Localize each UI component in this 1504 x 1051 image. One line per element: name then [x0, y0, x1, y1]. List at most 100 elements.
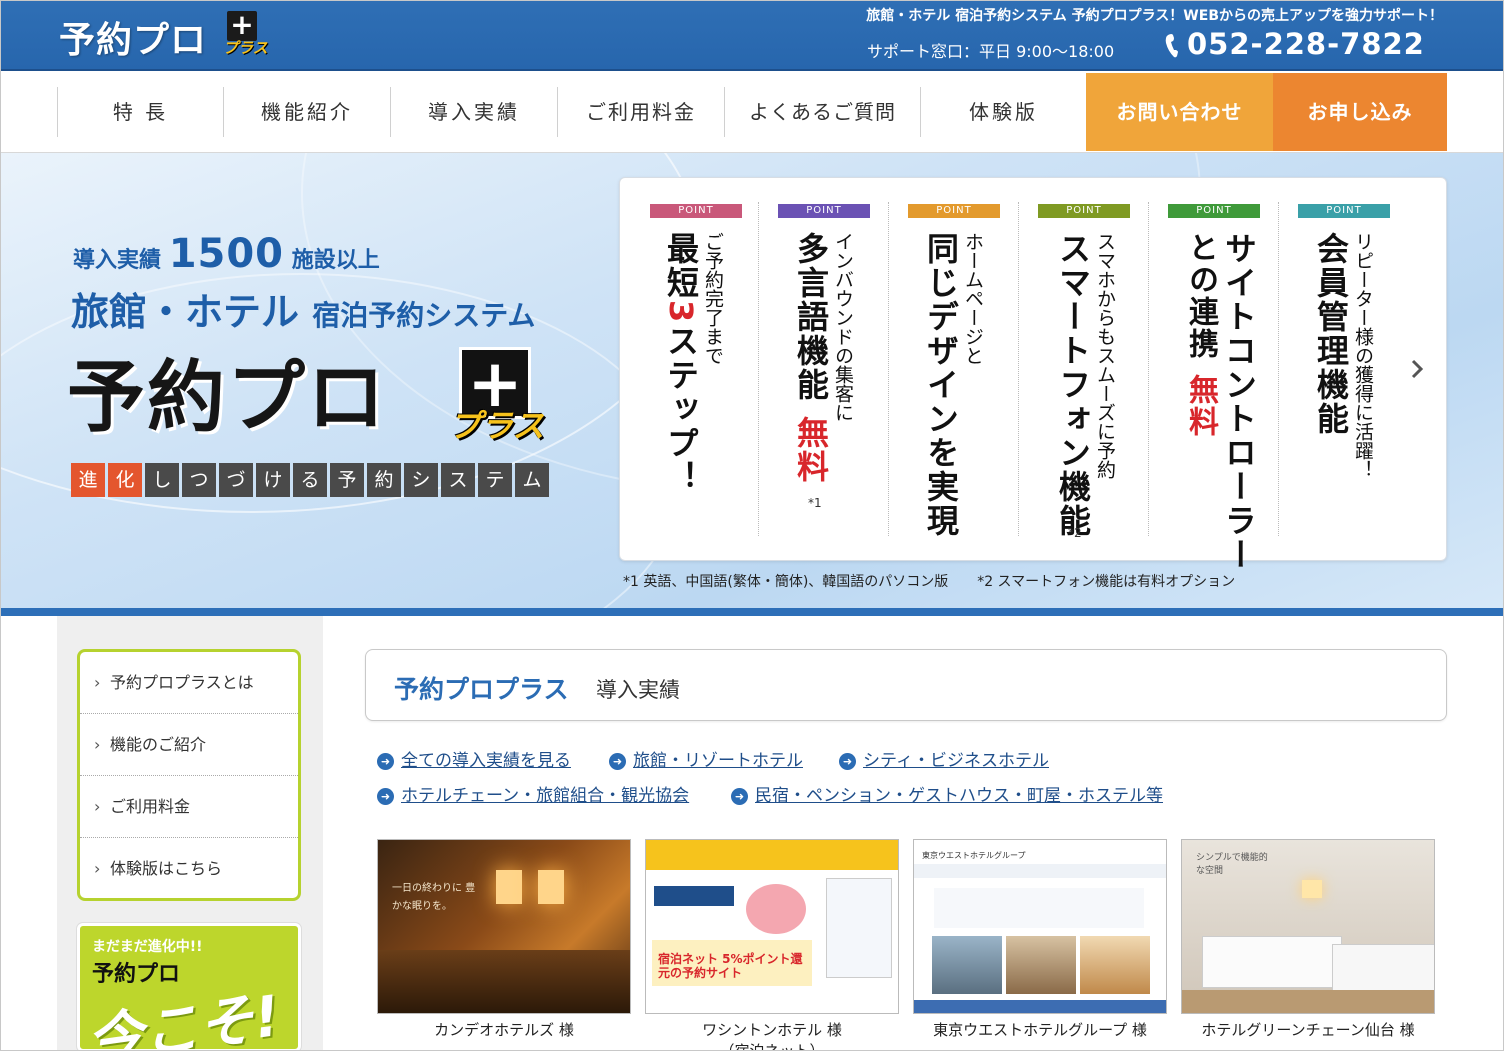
arrow-right-circle-icon: ➜	[731, 788, 748, 805]
arrow-right-circle-icon: ➜	[609, 753, 626, 770]
point-footnote-mark: *1	[808, 496, 822, 510]
nav-functions[interactable]: 機能紹介	[224, 73, 390, 151]
sidebar-item-label: 体験版はこちら	[110, 859, 223, 878]
nav-apply-button[interactable]: お申し込み	[1273, 73, 1447, 151]
hero-track-post: 施設以上	[291, 248, 380, 273]
nav-contact-button[interactable]: お問い合わせ	[1086, 73, 1273, 151]
nav-features[interactable]: 特 長	[58, 73, 223, 151]
category-link-ryokan[interactable]: ➜ 旅館・リゾートホテル	[609, 746, 803, 771]
bed-shape	[1332, 944, 1434, 994]
point-divider	[1278, 202, 1279, 536]
case-thumbnail: 一日の終わりに 豊かな眠りを。	[377, 839, 631, 1014]
point-subtitle: インバウンドの集客に	[832, 232, 854, 422]
case-name: ワシントンホテル 様 （宿泊ネット）	[645, 1019, 899, 1050]
hero-category-main: 旅館・ホテル	[71, 290, 300, 334]
point-subtitle: ご予約完了まで	[702, 232, 724, 365]
hero-footnotes: *1 英語、中国語(繁体・簡体)、韓国語のパソコン版 *2 スマートフォン機能は…	[623, 571, 1235, 591]
footnote-2: *2 スマートフォン機能は有料オプション	[977, 574, 1236, 590]
category-link-all[interactable]: ➜ 全ての導入実績を見る	[377, 746, 571, 771]
chevron-right-icon: ›	[94, 735, 101, 754]
sidebar-item-label: 予約プロプラスとは	[110, 673, 254, 692]
slogan-char: ム	[515, 463, 549, 497]
section-title: 予約プロプラス	[394, 675, 569, 704]
hero-banner: 導入実績 1500 施設以上 旅館・ホテル 宿泊予約システム 予約プロ + プラ…	[1, 153, 1503, 608]
point-tag: POINT	[650, 204, 742, 218]
point-title-red: 3	[662, 300, 700, 325]
section-subtitle: 導入実績	[596, 678, 680, 702]
case-card-washington[interactable]: 宿泊ネット 5%ポイント還元の予約サイト ワシントンホテル 様 （宿泊ネット）	[645, 839, 899, 1050]
point-subtitle: との連携無料	[1178, 232, 1222, 438]
category-link-city-business[interactable]: ➜ シティ・ビジネスホテル	[839, 746, 1049, 771]
case-caption: 一日の終わりに 豊かな眠りを。	[392, 883, 476, 912]
case-name: ホテルグリーンチェーン仙台 様	[1201, 1021, 1415, 1039]
lamp-glow	[1302, 880, 1322, 898]
sidebar-item-functions[interactable]: › 機能のご紹介	[80, 714, 298, 776]
point-site-controller[interactable]: POINT サイトコントローラー との連携無料	[1168, 204, 1260, 572]
point-subtitle-text: との連携	[1183, 232, 1218, 360]
site-logo[interactable]: 予約プロ	[59, 11, 207, 63]
point-multilingual[interactable]: POINT インバウンドの集客に 多言語機能無料 *1	[778, 204, 870, 534]
slogan-char: 化	[108, 463, 142, 497]
point-subtitle: リピーター様の獲得に活躍！	[1352, 232, 1374, 479]
support-hours: サポート窓口：平日 9:00〜18:00	[867, 42, 1115, 61]
sidebar-item-about[interactable]: › 予約プロプラスとは	[80, 652, 298, 714]
point-tag: POINT	[778, 204, 870, 218]
case-thumbnail: シンプルで機能的な空間	[1181, 839, 1435, 1014]
chevron-right-icon[interactable]	[1409, 357, 1425, 381]
point-title-red: 無料	[1183, 374, 1218, 438]
category-link-chain[interactable]: ➜ ホテルチェーン・旅館組合・観光協会	[377, 781, 689, 806]
point-3-steps[interactable]: POINT ご予約完了まで 最短3ステップ！	[650, 204, 742, 534]
lamp-glow	[538, 870, 564, 904]
case-card-candeo[interactable]: 一日の終わりに 豊かな眠りを。 カンデオホテルズ 様	[377, 839, 631, 1050]
point-title-main: 多言語機能	[792, 232, 830, 402]
point-same-design[interactable]: POINT ホームページと 同じデザインを実現	[908, 204, 1000, 538]
nav-faq[interactable]: よくあるご質問	[725, 73, 920, 151]
sidebar-item-pricing[interactable]: › ご利用料金	[80, 776, 298, 838]
chevron-right-icon: ›	[94, 859, 101, 878]
category-link-label: シティ・ビジネスホテル	[863, 751, 1049, 771]
case-card-green-chain[interactable]: シンプルで機能的な空間 ホテルグリーンチェーン仙台 様	[1181, 839, 1435, 1050]
chevron-right-icon: ›	[94, 797, 101, 816]
header-tagline: 旅館・ホテル 宿泊予約システム 予約プロプラス！WEBからの売上アップを強力サポ…	[866, 8, 1443, 24]
bed-shape	[378, 950, 630, 1013]
point-subtitle: スマホからもスムーズに予約	[1094, 232, 1116, 479]
arrow-right-circle-icon: ➜	[839, 753, 856, 770]
photo-block	[1006, 936, 1076, 994]
nav-pricing[interactable]: ご利用料金	[558, 73, 724, 151]
slogan-char: 約	[367, 463, 401, 497]
top-header: 予約プロ + プラス 旅館・ホテル 宿泊予約システム 予約プロプラス！WEBから…	[1, 1, 1503, 71]
category-link-guesthouse[interactable]: ➜ 民宿・ペンション・ゲストハウス・町屋・ホステル等	[731, 781, 1163, 806]
phone-number[interactable]: 052-228-7822	[1187, 27, 1425, 61]
slogan-char: し	[145, 463, 179, 497]
arrow-right-circle-icon: ➜	[377, 753, 394, 770]
slogan-char: シ	[404, 463, 438, 497]
category-link-label: 旅館・リゾートホテル	[633, 751, 803, 771]
hero-brand-logo: 予約プロ	[67, 353, 388, 443]
point-member-management[interactable]: POINT リピーター様の獲得に活躍！ 会員管理機能	[1298, 204, 1390, 534]
point-smartphone[interactable]: POINT スマホからもスムーズに予約 スマートフォン機能 *2	[1038, 204, 1130, 540]
case-card-tokyo-west[interactable]: 東京ウエストホテルグループ 東京ウエストホテルグループ 様	[913, 839, 1167, 1050]
sidebar-item-trial[interactable]: › 体験版はこちら	[80, 838, 298, 900]
point-divider	[1148, 202, 1149, 536]
point-title: サイトコントローラー	[1220, 232, 1258, 572]
lamp-glow	[496, 870, 522, 904]
nav-trial[interactable]: 体験版	[921, 73, 1086, 151]
hero-plus-mark: + プラス	[449, 347, 561, 447]
point-tag: POINT	[908, 204, 1000, 218]
point-title: 会員管理機能	[1312, 232, 1350, 436]
hero-category-sub: 宿泊予約システム	[312, 299, 536, 332]
nav-cases[interactable]: 導入実績	[391, 73, 557, 151]
point-divider	[1018, 202, 1019, 536]
point-divider	[888, 202, 889, 536]
logo-plus-word: プラス	[223, 39, 268, 57]
site-nav-strip	[914, 864, 1166, 878]
booking-form-block	[826, 878, 892, 978]
case-caption: シンプルで機能的な空間	[1196, 853, 1268, 876]
sidebar-menu: › 予約プロプラスとは › 機能のご紹介 › ご利用料金 › 体験版はこちら	[77, 649, 301, 901]
case-thumbnail: 東京ウエストホテルグループ	[913, 839, 1167, 1014]
sidebar-promo-banner[interactable]: まだまだ進化中!! 予約プロ 今こそ!	[77, 923, 301, 1050]
case-thumbnail: 宿泊ネット 5%ポイント還元の予約サイト	[645, 839, 899, 1014]
slogan-char: 進	[71, 463, 105, 497]
point-tag: POINT	[1038, 204, 1130, 218]
hero-category: 旅館・ホテル 宿泊予約システム	[71, 281, 535, 336]
